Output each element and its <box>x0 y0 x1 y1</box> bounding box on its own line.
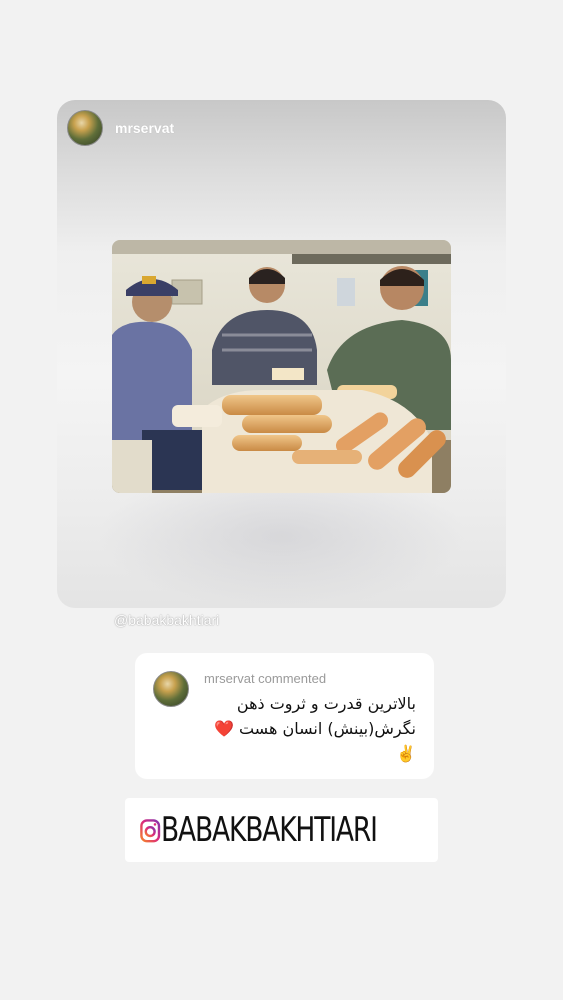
comment-body: بالاترین قدرت و ثروت ذهن نگرش(بینش) انسا… <box>213 694 416 763</box>
mention-sticker-label: BABAKBAKHTIARI <box>161 810 378 850</box>
comment-meta: mrservat commented <box>204 671 327 686</box>
instagram-icon <box>140 819 161 843</box>
post-username[interactable]: mrservat <box>115 120 174 136</box>
comment-sticker[interactable]: mrservat commented بالاترین قدرت و ثروت … <box>135 653 434 779</box>
post-photo[interactable] <box>112 240 451 493</box>
story-canvas: mrservat @babakbakhtiari mrservat commen… <box>0 0 563 1000</box>
comment-avatar[interactable] <box>153 671 189 707</box>
post-avatar[interactable] <box>67 110 103 146</box>
post-header: mrservat <box>67 110 174 146</box>
mention-sticker[interactable]: BABAKBAKHTIARI <box>125 798 438 862</box>
photo-illustration <box>112 240 451 493</box>
mention-link[interactable]: @babakbakhtiari <box>114 612 219 628</box>
post-shadow <box>97 488 466 608</box>
